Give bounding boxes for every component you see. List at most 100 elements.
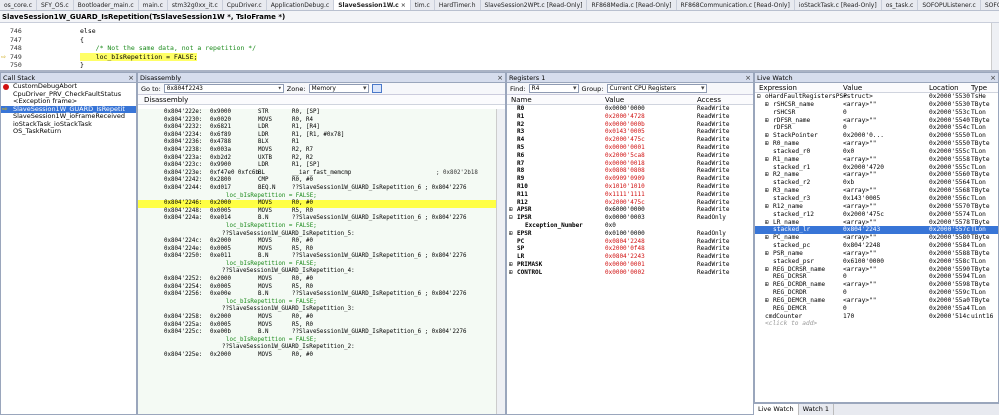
watch-row[interactable]: ⊞ R3_name <array>"" 0x2000'5568 TByte: [755, 187, 998, 195]
call-stack-item[interactable]: OS_TaskReturn: [1, 127, 136, 136]
watch-row[interactable]: stacked_psr 0x6100'0000 0x2000'558c TLon: [755, 258, 998, 266]
watch-row[interactable]: REG_DEMCR 0 0x2000'55a4 TLon: [755, 305, 998, 313]
watch-value[interactable]: 0: [843, 305, 847, 313]
instruction-line[interactable]: 0x804'2230: 0x0020 MOVS R0, R4: [138, 117, 496, 125]
collapse-icon[interactable]: ⊟: [757, 93, 761, 101]
find-input[interactable]: R4: [528, 84, 579, 93]
watch-value[interactable]: <array>"": [843, 171, 877, 179]
editor-tab[interactable]: SFY_OS.c: [37, 0, 74, 10]
expand-icon[interactable]: ⊞: [765, 266, 769, 274]
register-value[interactable]: 0x0000'0018: [605, 160, 645, 168]
watch-row[interactable]: ⊞ rDFSR_name <array>"" 0x2000'5540 TByte: [755, 117, 998, 125]
expand-icon[interactable]: ⊞: [765, 101, 769, 109]
editor-tab[interactable]: os_core.c: [0, 0, 37, 10]
expand-icon[interactable]: ⊞: [765, 171, 769, 179]
watch-row[interactable]: ⊞ rSHCSR_name <array>"" 0x2000'5530 TByte: [755, 101, 998, 109]
watch-row[interactable]: ⊞ LR_name <array>"" 0x2000'5578 TByte: [755, 219, 998, 227]
register-row[interactable]: R0 0x0000'0000 ReadWrite: [507, 105, 753, 113]
watch-value[interactable]: 0x804'2248: [843, 242, 880, 250]
watch-value[interactable]: <array>"": [843, 203, 877, 211]
watch-value[interactable]: <array>"": [843, 250, 877, 258]
register-value[interactable]: 0x0000'000b: [605, 121, 645, 129]
instruction-line[interactable]: 0x804'224e: 0x0005 MOVS R5, R0: [138, 246, 496, 254]
register-row[interactable]: R8 0x0808'0808 ReadWrite: [507, 167, 753, 175]
register-row[interactable]: Exception_Number 0x0: [507, 222, 753, 230]
register-value[interactable]: 0x1010'1010: [605, 183, 645, 191]
watch-row[interactable]: stacked_r2 0xb 0x2000'5564 TLon: [755, 179, 998, 187]
register-row[interactable]: R10 0x1010'1010 ReadWrite: [507, 183, 753, 191]
instruction-line[interactable]: 0x804'2238: 0x003a MOVS R2, R7: [138, 147, 496, 155]
register-value[interactable]: 0x0143'0005: [605, 128, 645, 136]
instruction-line[interactable]: 0x804'223a: 0xb2d2 UXTB R2, R2: [138, 155, 496, 163]
register-row[interactable]: R7 0x0000'0018 ReadWrite: [507, 160, 753, 168]
watch-row[interactable]: ⊞ R2_name <array>"" 0x2000'5560 TByte: [755, 171, 998, 179]
register-row[interactable]: SP 0x2000'0f48 ReadWrite: [507, 245, 753, 253]
watch-value[interactable]: <array>"": [843, 140, 877, 148]
watch-value[interactable]: 0: [843, 289, 847, 297]
instruction-line[interactable]: 0x804'2244: 0xd017 BEQ.N ??SlaveSession1W_G…: [138, 185, 496, 193]
close-icon[interactable]: ×: [990, 73, 996, 83]
watch-value[interactable]: 170: [843, 313, 854, 321]
expand-icon[interactable]: ⊞: [765, 132, 769, 140]
instruction-line[interactable]: 0x804'224c: 0x2000 MOVS R0, #0: [138, 238, 496, 246]
col-type[interactable]: Type: [971, 83, 987, 93]
goto-input[interactable]: 0x804f2243: [163, 84, 284, 93]
watch-value[interactable]: <array>"": [843, 266, 877, 274]
col-value[interactable]: Value: [605, 95, 697, 104]
watch-value[interactable]: 0x2000'475c: [843, 211, 884, 219]
instruction-line[interactable]: 0x804'2232: 0x6821 LDR R1, [R4]: [138, 124, 496, 132]
register-value[interactable]: 0x2000'475c: [605, 136, 645, 144]
watch-value[interactable]: <array>"": [843, 281, 877, 289]
add-watch-row[interactable]: <click to add>: [755, 320, 998, 328]
function-selector[interactable]: SlaveSession1W_GUARD_IsRepetition(TsSlav…: [0, 11, 999, 23]
editor-tab[interactable]: CpuDriver.c: [223, 0, 267, 10]
register-value[interactable]: 0x1111'1111: [605, 191, 645, 199]
instruction-line[interactable]: 0x804'2258: 0x2000 MOVS R0, #0: [138, 314, 496, 322]
expand-icon[interactable]: ⊞: [509, 269, 513, 277]
instruction-line[interactable]: 0x804'2234: 0x6f89 LDR R1, [R1, #0x78]: [138, 132, 496, 140]
register-value[interactable]: 0x2000'4728: [605, 113, 645, 121]
watch-value[interactable]: 0: [843, 109, 847, 117]
editor-tab[interactable]: os_task.c: [882, 0, 919, 10]
register-row[interactable]: ⊞ EPSR 0x0100'0000 ReadOnly: [507, 230, 753, 238]
expand-icon[interactable]: ⊞: [765, 281, 769, 289]
expand-icon[interactable]: ⊞: [765, 203, 769, 211]
watch-row[interactable]: ⊞ R12_name <array>"" 0x2000'5570 TByte: [755, 203, 998, 211]
instruction-line[interactable]: 0x804'2256: 0xe00e B.N ??SlaveSession1W_GUA…: [138, 291, 496, 299]
register-row[interactable]: R5 0x0000'0001 ReadWrite: [507, 144, 753, 152]
watch-value[interactable]: <array>"": [843, 101, 877, 109]
watch-value[interactable]: 0xb: [843, 179, 854, 187]
register-row[interactable]: R3 0x0143'0005 ReadWrite: [507, 128, 753, 136]
watch-value[interactable]: 0x0: [843, 148, 854, 156]
watch-row[interactable]: stacked_pc 0x804'2248 0x2000'5584 TLon: [755, 242, 998, 250]
instruction-line[interactable]: 0x804'222e: 0x9000 STR R0, [SP]: [138, 109, 496, 117]
watch-value[interactable]: 0x143'0005: [843, 195, 880, 203]
editor-tab[interactable]: RF868Media.c [Read-Only]: [587, 0, 677, 10]
editor-tab[interactable]: ApplicationDebug.c: [267, 0, 335, 10]
register-value[interactable]: 0x2000'5ca8: [605, 152, 645, 160]
register-row[interactable]: R9 0x0909'0909 ReadWrite: [507, 175, 753, 183]
close-icon[interactable]: ×: [401, 1, 406, 10]
watch-row[interactable]: ⊞ PSR_name <array>"" 0x2000'5588 TByte: [755, 250, 998, 258]
collapse-icon[interactable]: ⊟: [509, 214, 513, 222]
watch-row[interactable]: stacked_r12 0x2000'475c 0x2000'5574 TLon: [755, 211, 998, 219]
watch-value[interactable]: 0x804'2243: [843, 226, 880, 234]
close-icon[interactable]: ×: [128, 73, 134, 83]
col-value[interactable]: Value: [843, 83, 862, 93]
editor-tab[interactable]: SOFOPU.c: [981, 0, 999, 10]
watch-value[interactable]: <array>"": [843, 187, 877, 195]
register-value[interactable]: 0x0000'0001: [605, 261, 645, 269]
editor-tab[interactable]: SlaveSession1W.c ×: [334, 0, 411, 10]
editor-tab[interactable]: SOFOPUListener.c: [918, 0, 981, 10]
register-row[interactable]: ⊟ IPSR 0x0000'0003 ReadOnly: [507, 214, 753, 222]
watch-row[interactable]: ⊞ REG_DCRDR_name <array>"" 0x2000'5598 TByte: [755, 281, 998, 289]
disassembly-listing[interactable]: 0x804'222e: 0x9000 STR R0, [SP] 0x804'2230: 0…: [138, 109, 496, 414]
register-value[interactable]: 0x0100'0000: [605, 230, 645, 238]
watch-value[interactable]: <array>"": [843, 156, 877, 164]
expand-icon[interactable]: ⊞: [765, 250, 769, 258]
watch-row[interactable]: ⊞ PC_name <array>"" 0x2000'5580 TByte: [755, 234, 998, 242]
editor-tab[interactable]: Bootloader_main.c: [74, 0, 139, 10]
register-row[interactable]: R11 0x1111'1111 ReadWrite: [507, 191, 753, 199]
register-value[interactable]: 0x0: [605, 222, 616, 230]
register-row[interactable]: ⊞ CONTROL 0x0000'0002 ReadWrite: [507, 269, 753, 277]
